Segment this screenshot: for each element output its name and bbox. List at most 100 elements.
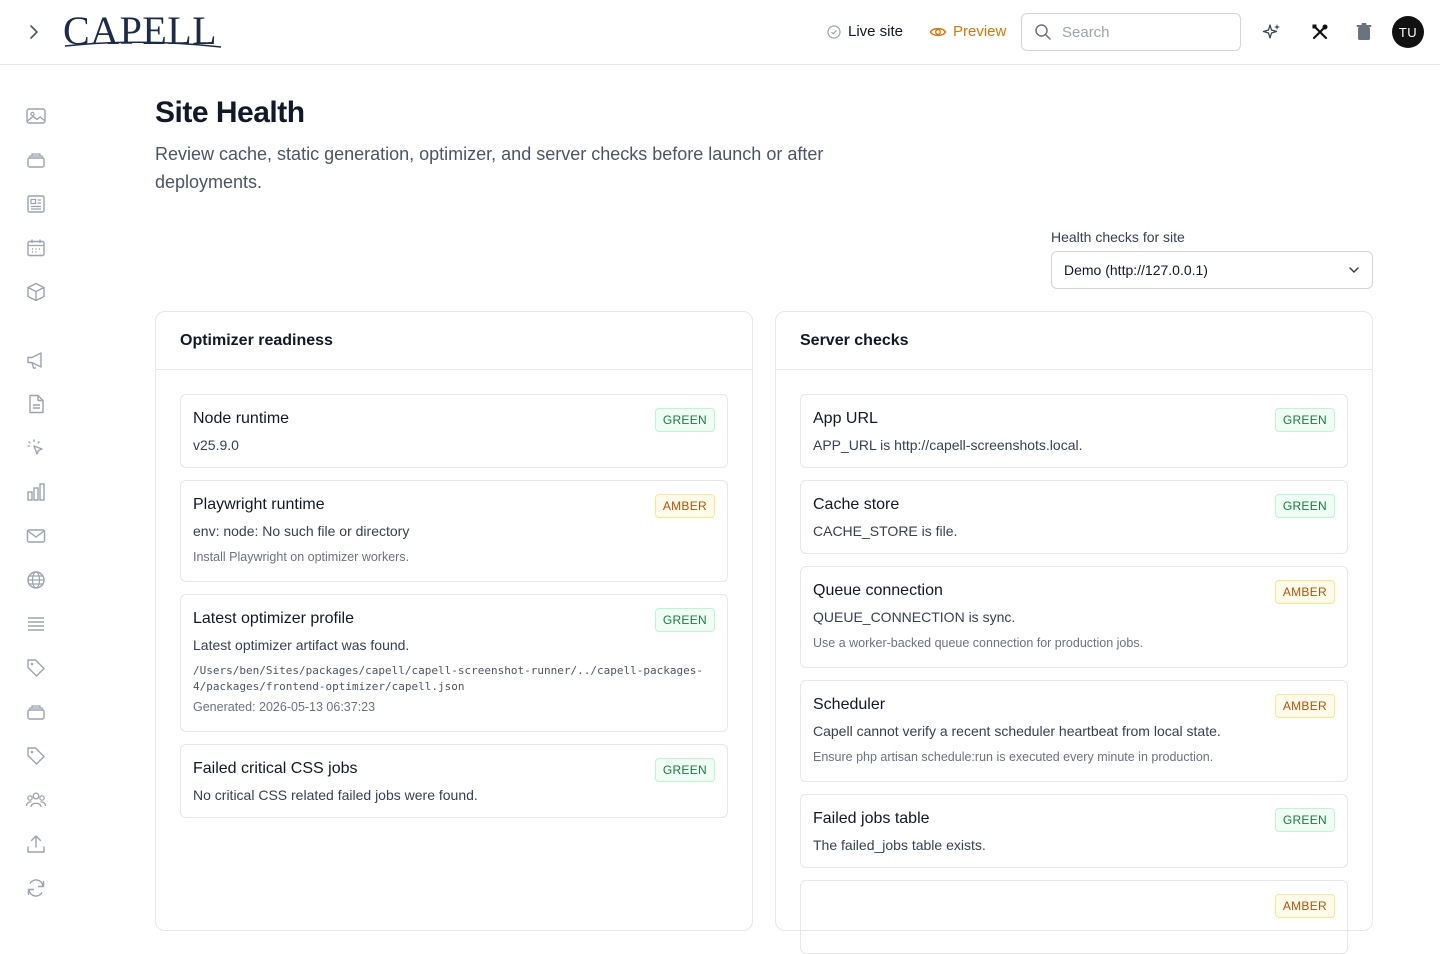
chevron-right-icon [30, 25, 38, 39]
panel-heading: Server checks [776, 312, 1372, 370]
status-badge: GREEN [654, 758, 715, 782]
upload-icon [27, 835, 45, 853]
sidebar-item-collections[interactable] [24, 148, 48, 172]
sidebar-item-products[interactable] [24, 280, 48, 304]
image-icon [26, 108, 46, 124]
check-circle-icon [827, 25, 841, 39]
check-note: Ensure php artisan schedule:run is execu… [813, 750, 1214, 764]
search-icon [1035, 24, 1051, 40]
check-title: Latest optimizer profile [193, 610, 354, 627]
live-site-label: Live site [848, 23, 904, 40]
optimizer-readiness-panel: Optimizer readiness Node runtime v25.9.0… [155, 311, 753, 931]
sidebar-item-pages[interactable] [24, 392, 48, 416]
status-badge: AMBER [1274, 580, 1335, 604]
check-card: Scheduler Capell cannot verify a recent … [800, 680, 1348, 782]
sidebar-item-articles[interactable] [24, 192, 48, 216]
sidebar-item-sites[interactable] [24, 568, 48, 592]
check-title: Node runtime [193, 410, 290, 427]
top-bar: CAPELL Live site Preview TU [0, 0, 1440, 65]
search-input[interactable] [1062, 23, 1222, 41]
server-checks-panel: Server checks App URL APP_URL is http://… [775, 311, 1373, 954]
check-title: Playwright runtime [193, 496, 325, 513]
check-title: Cache store [813, 496, 900, 513]
status-badge: AMBER [1274, 694, 1335, 718]
logo-swoosh-icon [64, 41, 222, 48]
check-message: v25.9.0 [193, 437, 239, 453]
check-message: Latest optimizer artifact was found. [193, 637, 410, 653]
status-badge: GREEN [654, 408, 715, 432]
check-title: Queue connection [813, 582, 943, 599]
eye-icon [929, 27, 947, 37]
mail-icon [26, 529, 46, 543]
check-title: Failed jobs table [813, 810, 930, 827]
status-badge: GREEN [1274, 808, 1335, 832]
check-message: Capell cannot verify a recent scheduler … [813, 723, 1221, 739]
archive-icon [27, 705, 45, 720]
check-message: The failed_jobs table exists. [813, 837, 986, 853]
sidebar-item-interactions[interactable] [24, 436, 48, 460]
status-badge: AMBER [1274, 894, 1335, 918]
users-icon [25, 792, 47, 808]
check-title: Failed critical CSS jobs [193, 760, 358, 777]
document-icon [29, 394, 44, 414]
check-card: Failed jobs table The failed_jobs table … [800, 794, 1348, 868]
megaphone-icon [27, 352, 42, 369]
sidebar-item-archive[interactable] [24, 700, 48, 724]
chevron-down-icon [1349, 267, 1359, 273]
live-site-link[interactable]: Live site [826, 22, 903, 42]
preview-label: Preview [953, 23, 1007, 40]
sidebar-item-labels[interactable] [24, 744, 48, 768]
status-badge: AMBER [654, 494, 715, 518]
refresh-icon [27, 879, 45, 897]
tools-button[interactable] [1308, 20, 1332, 44]
list-icon [28, 617, 44, 631]
sidebar-item-events[interactable] [24, 236, 48, 260]
check-card: Node runtime v25.9.0 GREEN [180, 394, 728, 468]
sidebar-item-media[interactable] [24, 104, 48, 128]
tag-icon [27, 747, 45, 765]
status-badge: GREEN [1274, 494, 1335, 518]
bar-chart-icon [27, 483, 45, 501]
check-title: App URL [813, 410, 878, 427]
sidebar-item-users[interactable] [24, 788, 48, 812]
check-card: Latest optimizer profile Latest optimize… [180, 594, 728, 732]
status-badge: GREEN [1274, 408, 1335, 432]
check-message: QUEUE_CONNECTION is sync. [813, 609, 1016, 625]
check-card: App URL APP_URL is http://capell-screens… [800, 394, 1348, 468]
cube-icon [27, 282, 45, 302]
sparkles-icon [1262, 24, 1280, 39]
check-note: Install Playwright on optimizer workers. [193, 550, 410, 564]
calendar-icon [27, 239, 45, 257]
sidebar-item-navigation[interactable] [24, 612, 48, 636]
sidebar-item-import[interactable] [24, 832, 48, 856]
check-message: No critical CSS related failed jobs were… [193, 787, 478, 803]
status-badge: GREEN [654, 608, 715, 632]
expand-sidebar-button[interactable] [22, 20, 46, 44]
artifact-path: /Users/ben/Sites/packages/capell/capell-… [193, 664, 703, 693]
avatar[interactable]: TU [1392, 16, 1424, 48]
trash-icon [1356, 23, 1372, 40]
trash-button[interactable] [1352, 20, 1376, 44]
site-select-label: Health checks for site [1051, 229, 1185, 245]
sidebar-item-email[interactable] [24, 524, 48, 548]
search-box[interactable] [1021, 13, 1241, 51]
generated-timestamp: Generated: 2026-05-13 06:37:23 [193, 700, 376, 714]
layers-icon [27, 153, 45, 168]
check-card: Failed critical CSS jobs No critical CSS… [180, 744, 728, 818]
panel-heading: Optimizer readiness [156, 312, 752, 370]
newspaper-icon [27, 195, 45, 213]
tools-icon [1312, 24, 1328, 40]
check-message: CACHE_STORE is file. [813, 523, 958, 539]
check-card: Playwright runtime env: node: No such fi… [180, 480, 728, 582]
sidebar-item-tags[interactable] [24, 656, 48, 680]
check-title: Scheduler [813, 696, 886, 713]
check-note: Use a worker-backed queue connection for… [813, 636, 1144, 650]
ai-sparkles-button[interactable] [1260, 20, 1284, 44]
sidebar-item-campaigns[interactable] [24, 348, 48, 372]
sidebar-item-sync[interactable] [24, 876, 48, 900]
globe-icon [27, 571, 45, 589]
check-card: Cache store CACHE_STORE is file. GREEN [800, 480, 1348, 554]
sidebar-item-analytics[interactable] [24, 480, 48, 504]
site-select[interactable]: Demo (http://127.0.0.1) [1051, 251, 1373, 289]
preview-link[interactable]: Preview [929, 22, 1006, 42]
